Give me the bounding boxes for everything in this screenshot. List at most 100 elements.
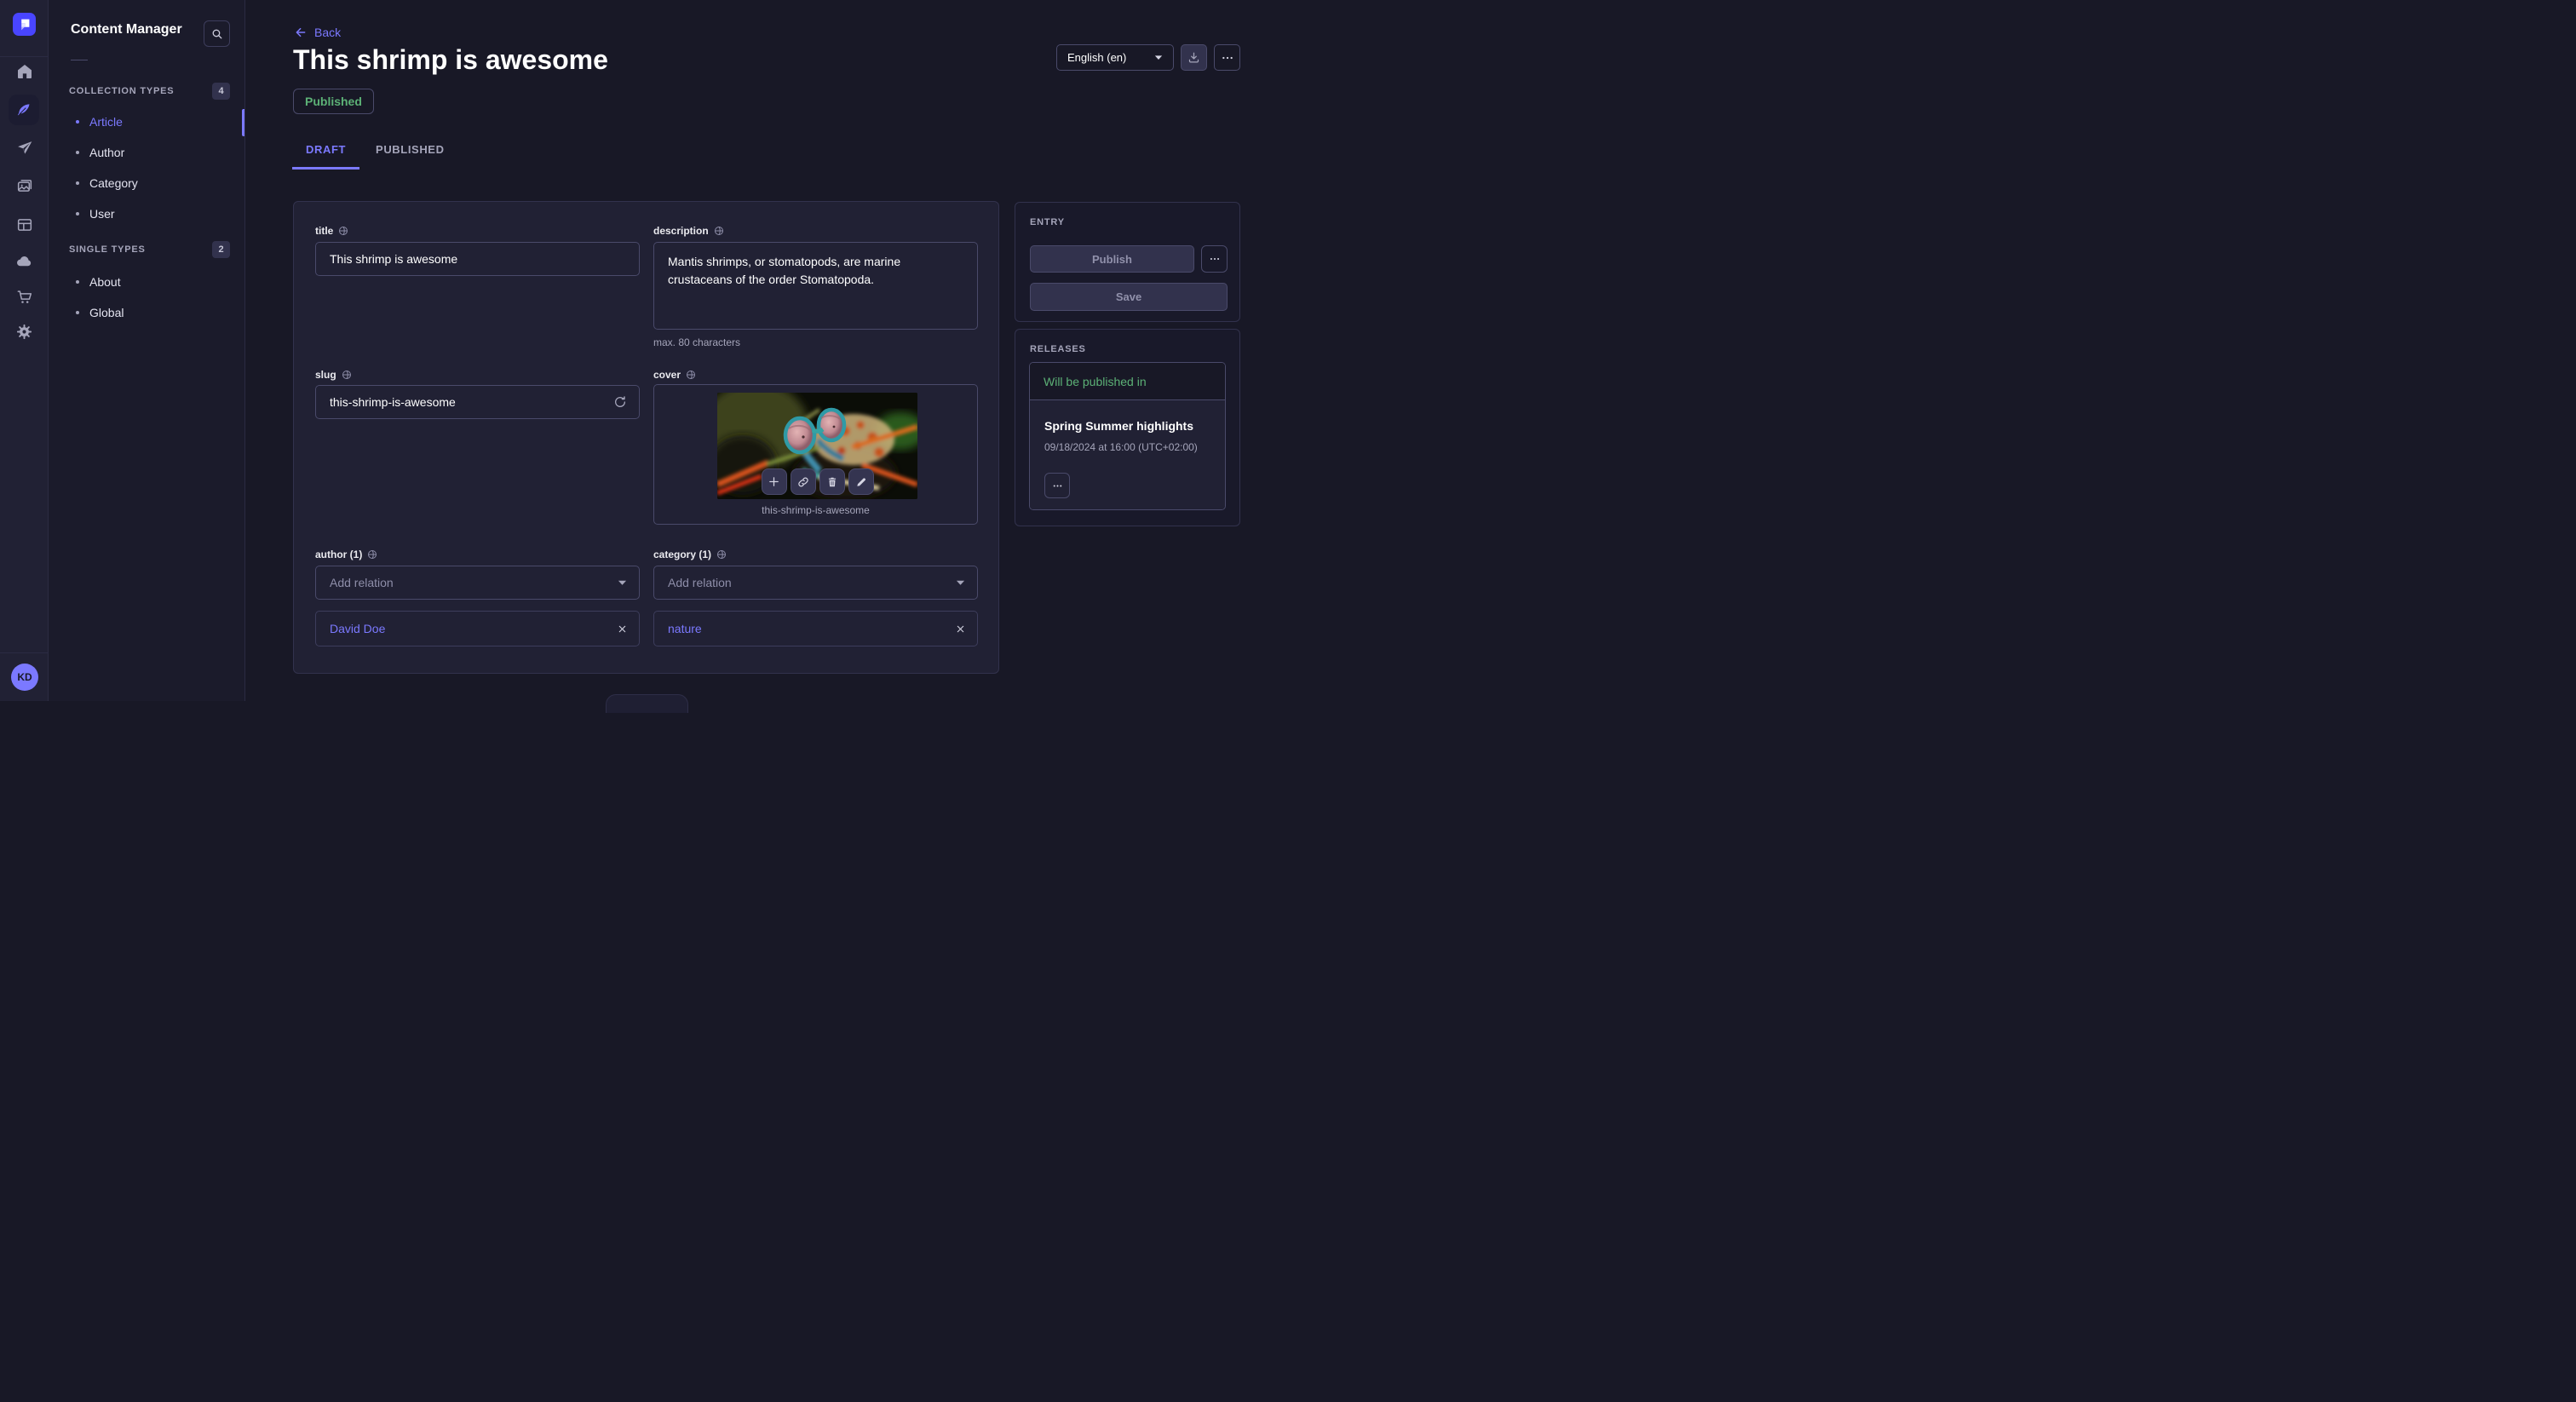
title-input[interactable] [315, 242, 640, 276]
author-relation-combobox[interactable]: Add relation [315, 566, 640, 600]
save-button[interactable]: Save [1030, 283, 1228, 311]
sidebar-item-label: Global [89, 306, 124, 319]
sidebar-item-author[interactable]: Author [49, 137, 244, 168]
settings-nav-button[interactable] [0, 314, 49, 348]
regenerate-slug-button[interactable] [611, 393, 630, 411]
section-count-badge: 4 [212, 83, 230, 100]
copy-link-button[interactable] [791, 468, 816, 495]
release-card-body: Spring Summer highlights 09/18/2024 at 1… [1030, 400, 1225, 510]
sidebar-item-label: Author [89, 146, 124, 159]
content-manager-sidebar: Content Manager COLLECTION TYPES 4 Artic… [49, 0, 245, 701]
close-icon [956, 624, 965, 634]
sidebar-item-label: About [89, 275, 121, 289]
edit-media-button[interactable] [848, 468, 874, 495]
title-field-label: title [315, 225, 348, 237]
sidebar-item-category[interactable]: Category [49, 168, 244, 198]
trash-icon [826, 476, 838, 488]
bullet-icon [76, 280, 79, 284]
entry-more-button[interactable] [1201, 245, 1228, 273]
publish-button[interactable]: Publish [1030, 245, 1194, 273]
locale-select[interactable]: English (en) [1056, 44, 1174, 71]
relation-link[interactable]: nature [668, 622, 702, 635]
sidebar-title: Content Manager [71, 22, 182, 37]
sidebar-item-label: Article [89, 115, 123, 129]
export-button[interactable] [1181, 44, 1207, 71]
description-textarea[interactable]: Mantis shrimps, or stomatopods, are mari… [653, 242, 978, 330]
ellipsis-icon [1052, 480, 1063, 491]
release-more-button[interactable] [1044, 473, 1070, 498]
field-label-text: description [653, 225, 709, 237]
strapi-logo[interactable] [13, 13, 36, 36]
sidebar-item-about[interactable]: About [49, 267, 244, 297]
ellipsis-icon [1221, 51, 1234, 65]
slug-input[interactable] [315, 385, 640, 419]
home-nav-button[interactable] [0, 55, 49, 89]
author-field-label: author (1) [315, 549, 377, 560]
back-link[interactable]: Back [294, 26, 341, 39]
cover-filename: this-shrimp-is-awesome [654, 504, 977, 516]
globe-icon [686, 370, 696, 380]
plus-icon [768, 475, 780, 488]
refresh-icon [613, 395, 627, 409]
globe-icon [367, 549, 377, 560]
locale-select-value: English (en) [1067, 51, 1126, 64]
cover-field: this-shrimp-is-awesome [653, 384, 978, 525]
user-avatar[interactable]: KD [11, 664, 38, 691]
link-icon [797, 476, 809, 488]
cloud-nav-button[interactable] [0, 244, 49, 278]
strapi-logo-icon [17, 17, 32, 32]
content-manager-nav-button[interactable] [9, 95, 39, 125]
category-relation-combobox[interactable]: Add relation [653, 566, 978, 600]
slug-field-label: slug [315, 369, 352, 381]
content-type-builder-nav-button[interactable] [0, 208, 49, 242]
category-field-label: category (1) [653, 549, 727, 560]
tab-draft[interactable]: DRAFT [292, 135, 359, 170]
tab-published[interactable]: PUBLISHED [362, 135, 458, 170]
collection-types-list: Article Author Category User [49, 106, 244, 229]
bullet-icon [76, 151, 79, 154]
search-button[interactable] [204, 20, 230, 47]
releases-panel-heading: RELEASES [1030, 344, 1086, 354]
close-icon [618, 624, 627, 634]
cover-field-label: cover [653, 369, 696, 381]
relation-link[interactable]: David Doe [330, 622, 385, 635]
single-types-list: About Global [49, 267, 244, 328]
sidebar-item-article[interactable]: Article [49, 106, 244, 137]
cart-icon [16, 289, 33, 306]
sidebar-item-user[interactable]: User [49, 198, 244, 229]
remove-relation-button[interactable] [618, 624, 627, 634]
active-item-indicator [242, 109, 244, 136]
version-tabs: DRAFT PUBLISHED [292, 135, 458, 170]
field-label-text: author (1) [315, 549, 362, 560]
sidebar-item-label: Category [89, 176, 138, 190]
release-card: Will be published in Spring Summer highl… [1029, 362, 1226, 510]
collection-types-header: COLLECTION TYPES 4 [69, 82, 230, 101]
marketplace-nav-button[interactable] [0, 280, 49, 314]
cloud-icon [15, 252, 33, 270]
section-label: SINGLE TYPES [69, 244, 146, 255]
field-label-text: title [315, 225, 333, 237]
bullet-icon [76, 120, 79, 124]
more-actions-button[interactable] [1214, 44, 1240, 71]
sidebar-item-global[interactable]: Global [49, 297, 244, 328]
remove-relation-button[interactable] [956, 624, 965, 634]
chevron-down-icon [956, 579, 965, 586]
combobox-placeholder: Add relation [330, 576, 394, 589]
description-field-label: description [653, 225, 724, 237]
entry-panel-heading: ENTRY [1030, 217, 1065, 227]
add-media-button[interactable] [762, 468, 787, 495]
ellipsis-icon [1209, 253, 1221, 265]
cover-action-toolbar [762, 468, 874, 495]
delete-media-button[interactable] [819, 468, 845, 495]
bullet-icon [76, 212, 79, 215]
description-hint: max. 80 characters [653, 336, 740, 348]
section-count-badge: 2 [212, 241, 230, 258]
collapsed-section-pill[interactable] [606, 694, 688, 713]
media-library-nav-button[interactable] [0, 170, 49, 204]
entry-panel: ENTRY Publish Save [1015, 202, 1240, 322]
deploy-nav-button[interactable] [0, 131, 49, 165]
download-icon [1187, 51, 1200, 64]
sidebar-item-label: User [89, 207, 115, 221]
category-relation-item: nature [653, 611, 978, 646]
bullet-icon [76, 181, 79, 185]
